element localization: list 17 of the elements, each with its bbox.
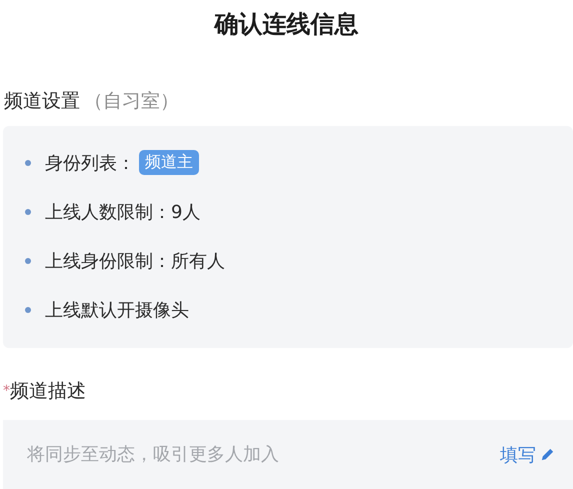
bullet-icon <box>25 208 31 214</box>
field-label: 频道描述 <box>10 379 86 404</box>
fill-in-button[interactable]: 填写 <box>500 442 555 466</box>
bullet-icon <box>25 160 31 166</box>
bullet-icon <box>25 258 31 264</box>
section-note: （自习室） <box>84 89 179 114</box>
section-heading: 频道设置 <box>4 89 80 114</box>
bullet-icon <box>25 306 31 312</box>
pencil-icon <box>540 447 555 462</box>
page-title: 确认连线信息 <box>212 9 360 40</box>
description-field[interactable]: 将同步至动态，吸引更多人加入 填写 <box>3 420 573 489</box>
role-tag: 频道主 <box>139 150 199 175</box>
setting-text: 上线身份限制：所有人 <box>45 250 225 272</box>
setting-text: 上线人数限制：9人 <box>45 200 200 224</box>
setting-text: 上线默认开摄像头 <box>45 298 189 322</box>
setting-label: 身份列表： <box>45 152 135 174</box>
required-mark: * <box>3 382 10 401</box>
